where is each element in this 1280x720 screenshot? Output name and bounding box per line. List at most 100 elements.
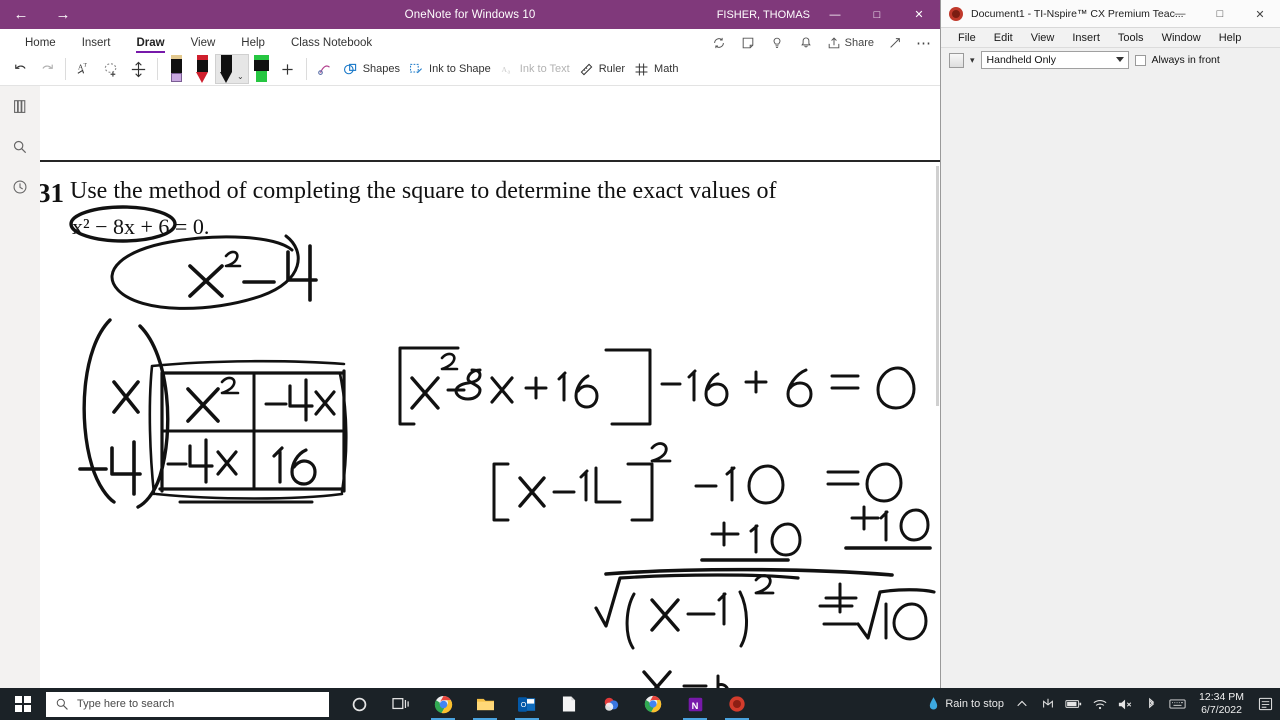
- menu-insert[interactable]: Insert: [1063, 32, 1109, 44]
- ink-replay-button[interactable]: [312, 54, 338, 84]
- menu-view[interactable]: View: [1022, 32, 1064, 44]
- ruler-label: Ruler: [598, 63, 626, 75]
- cortana-icon[interactable]: [341, 688, 377, 720]
- system-tray: Rain to stop 12:34 PM 6/7/2022: [928, 691, 1280, 717]
- view-mode-dropdown[interactable]: Handheld Only: [980, 51, 1129, 69]
- show-hidden-icons-chevron-icon[interactable]: [1013, 696, 1030, 713]
- pen-black-button[interactable]: ⌄: [215, 54, 249, 84]
- pen-red-icon: [195, 55, 209, 83]
- onenote-draw-toolbar: AT ⌄ Shapes Ink to Shape A a Ink to Text…: [0, 53, 940, 86]
- ink-to-math-button[interactable]: AT: [71, 54, 98, 84]
- onenote-titlebar: ← → OneNote for Windows 10 FISHER, THOMA…: [0, 0, 940, 29]
- outlook-icon[interactable]: O: [509, 688, 545, 720]
- math-button[interactable]: Math: [629, 54, 682, 84]
- notifications-bell-icon[interactable]: [798, 35, 814, 51]
- bluetooth-icon[interactable]: [1143, 696, 1160, 713]
- onenote-page-canvas[interactable]: 31 Use the method of completing the squa…: [40, 86, 940, 688]
- tab-view[interactable]: View: [178, 37, 229, 53]
- shapes-button[interactable]: Shapes: [338, 54, 404, 84]
- insert-space-button[interactable]: [125, 54, 152, 84]
- undo-button[interactable]: [8, 54, 34, 84]
- maximize-button[interactable]: □: [856, 0, 898, 29]
- paint-3d-icon[interactable]: [593, 688, 629, 720]
- weather-widget[interactable]: Rain to stop: [928, 696, 1004, 713]
- back-button[interactable]: ←: [10, 5, 32, 25]
- math-label: Math: [654, 63, 679, 75]
- forward-button[interactable]: →: [52, 5, 74, 25]
- ruler-button[interactable]: Ruler: [574, 54, 629, 84]
- notebooks-icon[interactable]: [9, 96, 31, 118]
- menu-window[interactable]: Window: [1153, 32, 1210, 44]
- sticky-note-icon[interactable]: [740, 35, 756, 51]
- battery-icon[interactable]: [1065, 696, 1082, 713]
- redo-button[interactable]: [34, 54, 60, 84]
- tab-help[interactable]: Help: [228, 37, 278, 53]
- lasso-select-button[interactable]: [98, 54, 125, 84]
- tab-home[interactable]: Home: [12, 37, 69, 53]
- clock-time: 12:34 PM: [1199, 690, 1244, 703]
- ink-to-text-button[interactable]: Aa Ink to Text: [495, 54, 574, 84]
- ns-minimize-button[interactable]: —: [1160, 0, 1200, 28]
- chrome-secondary-icon[interactable]: [635, 688, 671, 720]
- more-options-icon[interactable]: ⋯: [916, 35, 932, 52]
- wifi-icon[interactable]: [1091, 696, 1108, 713]
- close-button[interactable]: ✕: [898, 0, 940, 29]
- ti-nspire-icon[interactable]: [719, 688, 755, 720]
- always-in-front-checkbox[interactable]: [1134, 54, 1146, 66]
- chevron-down-icon[interactable]: ⌄: [237, 72, 244, 81]
- ti-nspire-window-title: Document1 - TI-Nspire™ CX Premium Teac..…: [971, 7, 1184, 20]
- svg-text:a: a: [507, 69, 510, 75]
- ti-nspire-window-controls: — □ ✕: [1160, 0, 1280, 28]
- chrome-icon[interactable]: [425, 688, 461, 720]
- taskbar-app-icons: O N: [341, 688, 755, 720]
- rain-icon: [930, 696, 938, 710]
- onenote-icon[interactable]: N: [677, 688, 713, 720]
- eraser-button[interactable]: [163, 54, 189, 84]
- onedrive-icon[interactable]: [1039, 696, 1056, 713]
- menu-help[interactable]: Help: [1210, 32, 1251, 44]
- windows-logo-icon: [15, 696, 31, 712]
- tab-insert[interactable]: Insert: [69, 37, 124, 53]
- view-mode-value: Handheld Only: [986, 54, 1056, 66]
- highlighter-green-button[interactable]: [249, 54, 275, 84]
- toolbar-divider-2: [157, 58, 158, 80]
- onenote-window-controls: — □ ✕: [814, 0, 940, 29]
- add-pen-button[interactable]: [275, 54, 301, 84]
- task-view-icon[interactable]: [383, 688, 419, 720]
- ns-close-button[interactable]: ✕: [1240, 0, 1280, 28]
- svg-text:O: O: [521, 700, 527, 709]
- expand-icon[interactable]: [887, 35, 903, 51]
- document-icon[interactable]: [551, 688, 587, 720]
- volume-muted-icon[interactable]: [1117, 696, 1134, 713]
- ns-maximize-button[interactable]: □: [1200, 0, 1240, 28]
- pen-red-button[interactable]: [189, 54, 215, 84]
- svg-text:N: N: [691, 700, 698, 710]
- ink-to-shape-button[interactable]: Ink to Shape: [404, 54, 495, 84]
- handheld-view-icon[interactable]: [949, 52, 964, 68]
- ideas-icon[interactable]: [769, 35, 785, 51]
- sync-icon[interactable]: [711, 35, 727, 51]
- taskbar-clock[interactable]: 12:34 PM 6/7/2022: [1195, 691, 1248, 717]
- menu-file[interactable]: File: [949, 32, 985, 44]
- onenote-window: ← → OneNote for Windows 10 FISHER, THOMA…: [0, 0, 940, 688]
- ink-layer: [69, 205, 936, 688]
- minimize-button[interactable]: —: [814, 0, 856, 29]
- menu-edit[interactable]: Edit: [985, 32, 1022, 44]
- menu-tools[interactable]: Tools: [1109, 32, 1153, 44]
- onenote-account-name[interactable]: FISHER, THOMAS: [717, 0, 810, 29]
- search-icon: [56, 698, 68, 710]
- start-button[interactable]: [0, 688, 46, 720]
- file-explorer-icon[interactable]: [467, 688, 503, 720]
- share-label: Share: [844, 37, 874, 49]
- tab-draw[interactable]: Draw: [123, 37, 177, 53]
- tab-class-notebook[interactable]: Class Notebook: [278, 37, 385, 53]
- toolbar-divider-3: [305, 58, 307, 80]
- dropdown-caret-small[interactable]: ▾: [970, 55, 975, 66]
- search-icon[interactable]: [9, 136, 31, 158]
- recent-notes-icon[interactable]: [9, 176, 31, 198]
- keyboard-icon[interactable]: [1169, 696, 1186, 713]
- action-center-icon[interactable]: [1257, 696, 1274, 713]
- search-input[interactable]: Type here to search: [46, 691, 329, 717]
- share-button[interactable]: Share: [827, 36, 874, 50]
- onenote-nav-buttons: ← →: [0, 5, 74, 25]
